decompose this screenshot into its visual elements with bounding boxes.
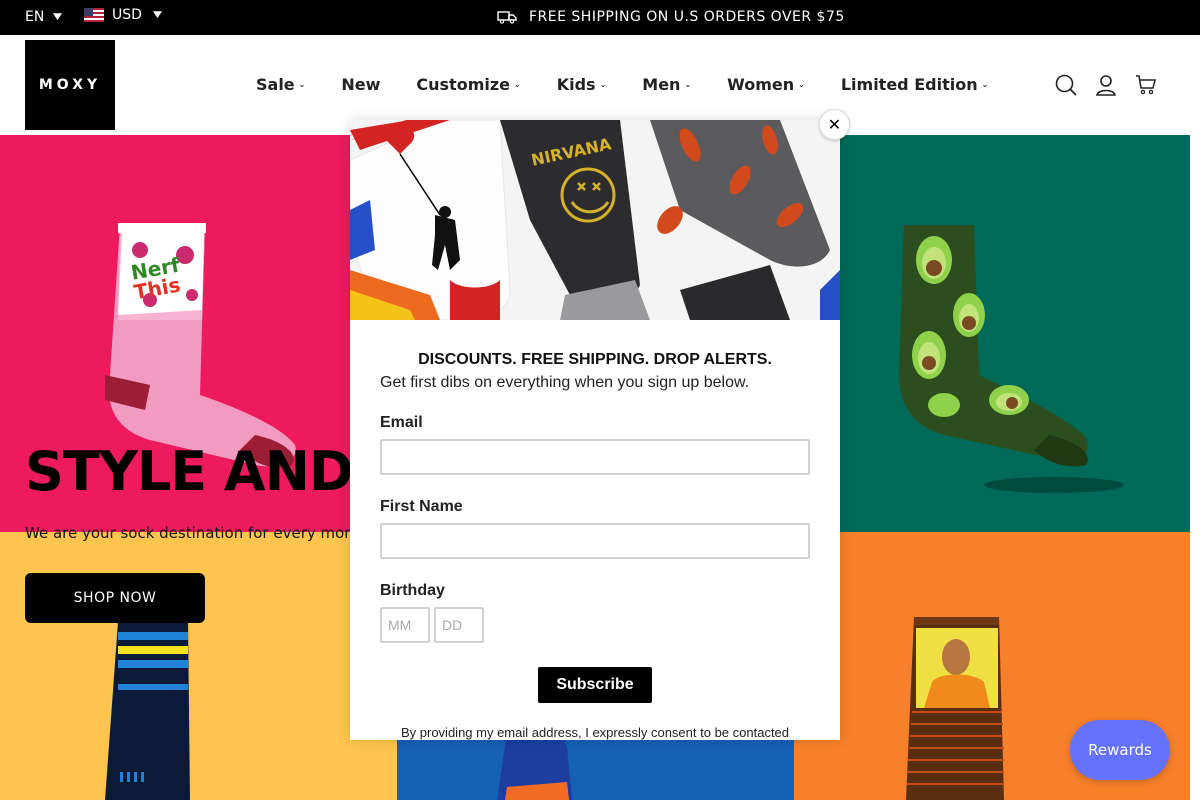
currency-label: USD [112,7,142,23]
nav-item-customize[interactable]: Customize ⌄ [416,75,520,94]
subscribe-button[interactable]: Subscribe [538,667,652,703]
consent-text: By providing my email address, I express… [400,725,790,740]
birthday-month-field[interactable]: MM [380,607,430,643]
cart-icon[interactable] [1135,74,1157,96]
nav-item-sale[interactable]: Sale ⌄ [256,75,305,94]
chevron-down-icon: ⌄ [514,80,521,89]
chevron-down-icon: ⌄ [981,80,989,89]
truck-icon [497,11,517,24]
nav-label: Limited Edition [840,75,978,94]
hero-tile-teal [794,135,1190,532]
modal-heading: DISCOUNTS. FREE SHIPPING. DROP ALERTS. [418,351,772,368]
nav-label: Men [642,75,681,94]
nav-label: Sale [256,75,295,94]
chevron-down-icon: ▼ [53,12,63,22]
shipping-banner: FREE SHIPPING ON U.S ORDERS OVER $75 [497,9,845,25]
nav-item-kids[interactable]: Kids ⌄ [557,75,607,94]
email-label: Email [380,414,423,431]
first-name-field[interactable] [380,523,810,559]
modal-hero-image: NIRVANA [350,120,840,320]
rewards-button[interactable]: Rewards [1070,720,1170,780]
hero-subtitle: We are your sock destination for every m… [25,524,389,542]
chevron-down-icon: ⌄ [298,80,306,89]
socks-flatlay-image: NIRVANA [350,120,840,320]
signup-modal: NIRVANA DISCOUNTS. FREE SHIPPING. DROP A… [350,120,840,740]
hero-title: STYLE AND CO [25,440,355,503]
language-label: EN [25,9,45,25]
nav-label: Customize [416,75,511,94]
nav-item-women[interactable]: Women ⌄ [727,75,805,94]
birthday-label: Birthday [380,582,445,599]
account-icon[interactable] [1095,74,1117,96]
chevron-down-icon: ⌄ [599,80,607,89]
email-field[interactable] [380,439,810,475]
nav-item-limited-edition[interactable]: Limited Edition ⌄ [841,75,988,94]
first-name-label: First Name [380,498,463,515]
search-icon[interactable] [1055,74,1077,96]
chevron-down-icon: ▼ [152,10,162,20]
chevron-down-icon: ⌄ [684,80,692,89]
shop-now-button[interactable]: SHOP NOW [25,573,205,623]
chevron-down-icon: ⌄ [798,80,805,89]
moxy-logo[interactable]: MOXY [25,40,115,130]
main-nav: Sale ⌄ New Customize ⌄ Kids ⌄ Men ⌄ Women ⌄ L… [256,75,988,94]
announcement-bar: EN ▼ USD ▼ FREE SHIPPING ON U.S ORDERS O… [0,0,1200,35]
nav-label: Women [727,75,795,94]
nav-label: Kids [556,75,596,94]
shipping-text: FREE SHIPPING ON U.S ORDERS OVER $75 [529,9,845,25]
birthday-day-field[interactable]: DD [434,607,484,643]
language-selector[interactable]: EN ▼ [25,9,63,25]
nav-item-new[interactable]: New [341,75,380,94]
nav-label: New [341,75,381,94]
us-flag-icon [84,8,104,22]
nav-item-men[interactable]: Men ⌄ [642,75,691,94]
close-icon[interactable]: ✕ [819,109,850,140]
currency-selector[interactable]: USD ▼ [84,7,162,23]
modal-subheading: Get first dibs on everything when you si… [380,374,750,391]
header-icons [1055,74,1157,96]
avocado-sock-image [899,225,1124,493]
